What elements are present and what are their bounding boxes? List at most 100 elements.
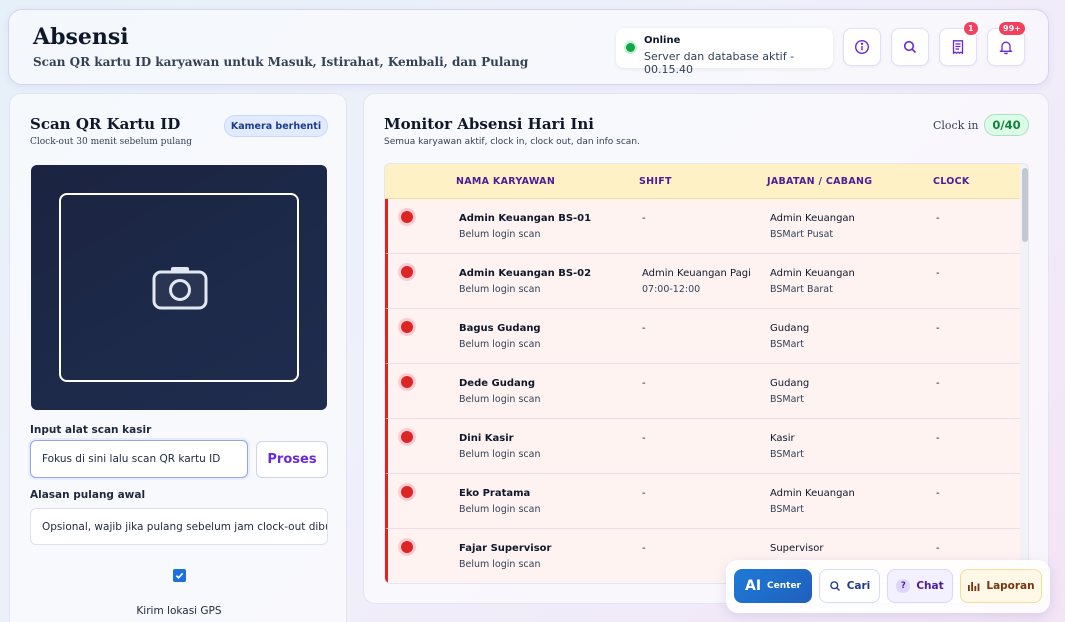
branch: BSMart: [770, 339, 805, 350]
camera-preview[interactable]: [31, 165, 327, 410]
camera-icon: [152, 267, 208, 310]
table-body: Admin Keuangan BS-01 Belum login scan - Adm…: [385, 199, 1020, 583]
reason-input-label: Alasan pulang awal: [30, 489, 146, 501]
role: Gudang: [770, 323, 810, 334]
table-row[interactable]: Admin Keuangan BS-01 Belum login scan - Adm…: [385, 199, 1020, 254]
server-status: Online Server dan database aktif - 00.15…: [616, 28, 833, 76]
attendance-table: NAMA KARYAWAN SHIFT JABATAN / CABANG CLO…: [384, 163, 1029, 584]
status-dot-icon: [401, 211, 413, 223]
notification-button[interactable]: 99+: [987, 21, 1026, 66]
shift-name: -: [642, 213, 646, 224]
shift-name: -: [642, 488, 646, 499]
table-row[interactable]: Bagus Gudang Belum login scan - Gudang BSMar…: [385, 309, 1020, 364]
page-title: Absensi: [33, 24, 129, 50]
employee-name: Dede Gudang: [459, 378, 536, 389]
login-status: Belum login scan: [459, 284, 541, 295]
role: Supervisor: [770, 543, 824, 554]
shift-name: -: [642, 323, 646, 334]
info-icon: [854, 39, 870, 55]
receipt-badge: 1: [963, 21, 979, 36]
scanner-input[interactable]: Fokus di sini lalu scan QR kartu ID: [30, 440, 248, 478]
login-status: Belum login scan: [459, 339, 541, 350]
status-label: Online: [644, 35, 681, 46]
bar-chart-icon: [968, 582, 980, 591]
status-dot-icon: [401, 431, 413, 443]
status-dot-icon: [401, 541, 413, 553]
scan-panel-title: Scan QR Kartu ID: [30, 115, 181, 133]
status-text: Server dan database aktif - 00.15.40: [644, 50, 795, 76]
chat-dock-button[interactable]: ? Chat: [887, 569, 953, 603]
employee-name: Admin Keuangan BS-01: [459, 213, 592, 224]
role: Gudang: [770, 378, 810, 389]
employee-name: Bagus Gudang: [459, 323, 541, 334]
role: Kasir: [770, 433, 795, 444]
branch: BSMart Barat: [770, 284, 833, 295]
monitor-title: Monitor Absensi Hari Ini: [384, 115, 594, 133]
table-row[interactable]: Eko Pratama Belum login scan - Admin Keuang…: [385, 474, 1020, 529]
table-row[interactable]: Dede Gudang Belum login scan - Gudang BSMart…: [385, 364, 1020, 419]
employee-name: Eko Pratama: [459, 488, 531, 499]
table-scrollbar-thumb[interactable]: [1022, 168, 1028, 242]
process-button[interactable]: Proses: [256, 441, 328, 478]
shift-time: 07:00-12:00: [642, 284, 701, 295]
receipt-icon: [952, 40, 964, 55]
help-icon: ?: [896, 579, 911, 593]
employee-name: Dini Kasir: [459, 433, 514, 444]
clock-value: -: [936, 213, 940, 224]
shift-name: -: [642, 543, 646, 554]
search-icon: [829, 581, 840, 591]
search-button[interactable]: [891, 28, 929, 66]
ai-mark: AI: [744, 578, 762, 594]
camera-status-badge: Kamera berhenti: [224, 115, 328, 137]
gps-label: Kirim lokasi GPS: [136, 605, 222, 617]
search-dock-button[interactable]: Cari: [819, 569, 880, 603]
receipt-button[interactable]: 1: [939, 21, 979, 66]
clock-in-label: Clock in: [933, 119, 979, 132]
scanner-input-label: Input alat scan kasir: [30, 424, 152, 436]
search-dock-label: Cari: [846, 580, 871, 592]
report-dock-button[interactable]: Laporan: [960, 569, 1042, 603]
status-dot-icon: [401, 376, 413, 388]
role: Admin Keuangan: [770, 488, 855, 499]
table-row[interactable]: Dini Kasir Belum login scan - Kasir BSMart -: [385, 419, 1020, 474]
quick-action-dock: AI Center Cari ? Chat Laporan: [726, 560, 1050, 613]
ai-center-button[interactable]: AI Center: [734, 569, 812, 603]
clock-value: -: [936, 543, 940, 554]
info-button[interactable]: [843, 28, 881, 66]
status-dot-icon: [626, 43, 635, 52]
shift-name: Admin Keuangan Pagi: [642, 268, 751, 279]
monitor-subtitle: Semua karyawan aktif, clock in, clock ou…: [384, 137, 640, 147]
gps-checkbox[interactable]: [173, 569, 186, 582]
status-dot-icon: [401, 486, 413, 498]
report-dock-label: Laporan: [986, 580, 1035, 592]
role: Admin Keuangan: [770, 213, 855, 224]
shift-name: -: [642, 378, 646, 389]
clock-value: -: [936, 323, 940, 334]
search-icon: [903, 40, 917, 54]
login-status: Belum login scan: [459, 559, 541, 570]
ai-center-label: Center: [767, 581, 801, 591]
column-header-name[interactable]: NAMA KARYAWAN: [456, 176, 555, 187]
bell-icon: [999, 41, 1013, 55]
table-row[interactable]: Admin Keuangan BS-02 Belum login scan Admi…: [385, 254, 1020, 309]
login-status: Belum login scan: [459, 394, 541, 405]
shift-name: -: [642, 433, 646, 444]
scan-frame: [59, 193, 299, 382]
column-header-clock[interactable]: CLOCK: [933, 176, 970, 187]
clock-value: -: [936, 268, 940, 279]
chat-dock-label: Chat: [916, 580, 944, 592]
app-header: Absensi Scan QR kartu ID karyawan untuk …: [8, 9, 1049, 85]
clock-in-count-badge: 0/40: [984, 114, 1029, 136]
column-header-role[interactable]: JABATAN / CABANG: [767, 176, 872, 187]
branch: BSMart: [770, 504, 805, 515]
attendance-monitor-panel: Monitor Absensi Hari Ini Semua karyawan …: [363, 93, 1049, 604]
scan-panel: Scan QR Kartu ID Clock-out 30 menit sebe…: [9, 93, 347, 622]
status-dot-icon: [401, 266, 413, 278]
table-header: NAMA KARYAWAN SHIFT JABATAN / CABANG CLO…: [385, 164, 1020, 199]
role: Admin Keuangan: [770, 268, 855, 279]
branch: BSMart: [770, 449, 805, 460]
checkmark-icon: [175, 572, 184, 580]
early-leave-reason-input[interactable]: Opsional, wajib jika pulang sebelum jam …: [30, 508, 328, 545]
login-status: Belum login scan: [459, 449, 541, 460]
column-header-shift[interactable]: SHIFT: [639, 176, 672, 187]
